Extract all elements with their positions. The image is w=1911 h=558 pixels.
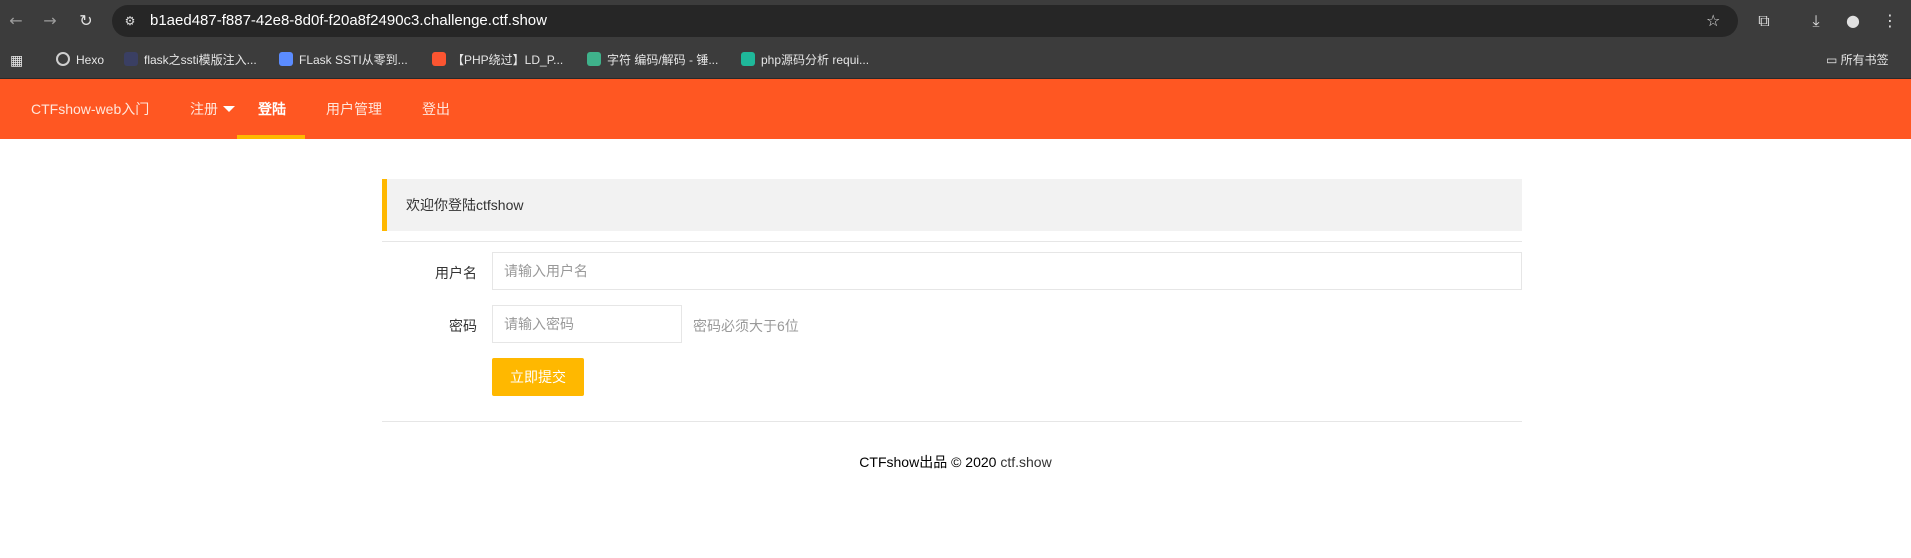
nav-login[interactable]: 登陆 (258, 79, 286, 139)
password-input[interactable] (492, 305, 682, 343)
reload-icon[interactable]: ↻ (74, 9, 98, 33)
footer: CTFshow出品 © 2020 ctf.show (0, 452, 1911, 472)
menu-icon[interactable]: ⋮ (1878, 9, 1902, 33)
chevron-down-icon (223, 106, 235, 112)
site-icon (124, 52, 138, 66)
t-icon (587, 52, 601, 66)
profile-icon[interactable]: ● (1841, 9, 1865, 33)
bookmark-item[interactable]: 字符 编码/解码 - 锤... (587, 42, 718, 79)
site-info-icon[interactable]: ⚙ (122, 13, 138, 29)
footer-link[interactable]: ctf.show (1000, 454, 1051, 470)
active-tab-indicator (237, 135, 305, 139)
lock-icon (741, 52, 755, 66)
bookmark-item[interactable]: Hexo (56, 42, 104, 79)
nav-user-management[interactable]: 用户管理 (326, 79, 382, 139)
csdn-icon (279, 52, 293, 66)
brand-link[interactable]: CTFshow-web入门 (31, 79, 149, 139)
bookmark-item[interactable]: flask之ssti模版注入... (124, 42, 257, 79)
forward-icon[interactable]: → (38, 9, 62, 33)
bookmark-item[interactable]: FLask SSTI从零到... (279, 42, 408, 79)
folder-icon: ▭ (1826, 53, 1841, 67)
bookmark-item[interactable]: 【PHP绕过】LD_P... (432, 42, 563, 79)
all-bookmarks[interactable]: ▭ 所有书签 (1826, 42, 1889, 79)
welcome-notice: 欢迎你登陆ctfshow (382, 179, 1522, 231)
username-input[interactable] (492, 252, 1522, 290)
extensions-icon[interactable]: ⧉ (1752, 9, 1776, 33)
top-navbar: CTFshow-web入门 注册 登陆 用户管理 登出 (0, 79, 1911, 139)
nav-register[interactable]: 注册 (190, 79, 235, 139)
password-label: 密码 (449, 318, 477, 334)
bookmark-item[interactable]: php源码分析 requi... (741, 42, 869, 79)
submit-button[interactable]: 立即提交 (492, 358, 584, 396)
nav-register-label: 注册 (190, 101, 218, 117)
globe-icon (56, 52, 70, 66)
divider (382, 421, 1522, 422)
bookmark-star-icon[interactable]: ☆ (1706, 5, 1720, 37)
back-icon[interactable]: ← (4, 9, 28, 33)
browser-toolbar: ← → ↻ ⚙ b1aed487-f887-42e8-8d0f-f20a8f24… (0, 0, 1911, 42)
address-bar[interactable]: ⚙ b1aed487-f887-42e8-8d0f-f20a8f2490c3.c… (112, 5, 1738, 37)
username-label: 用户名 (435, 265, 477, 281)
password-hint: 密码必须大于6位 (693, 318, 799, 334)
bookmarks-bar: ▦ Hexo flask之ssti模版注入... FLask SSTI从零到..… (0, 42, 1911, 79)
nav-logout[interactable]: 登出 (422, 79, 450, 139)
download-icon[interactable]: ⤓ (1804, 9, 1828, 33)
url-text[interactable]: b1aed487-f887-42e8-8d0f-f20a8f2490c3.cha… (150, 5, 547, 37)
c-icon (432, 52, 446, 66)
footer-text: CTFshow出品 © 2020 (859, 454, 997, 470)
divider (382, 241, 1522, 242)
apps-icon[interactable]: ▦ (10, 42, 23, 79)
welcome-text: 欢迎你登陆ctfshow (406, 197, 524, 213)
